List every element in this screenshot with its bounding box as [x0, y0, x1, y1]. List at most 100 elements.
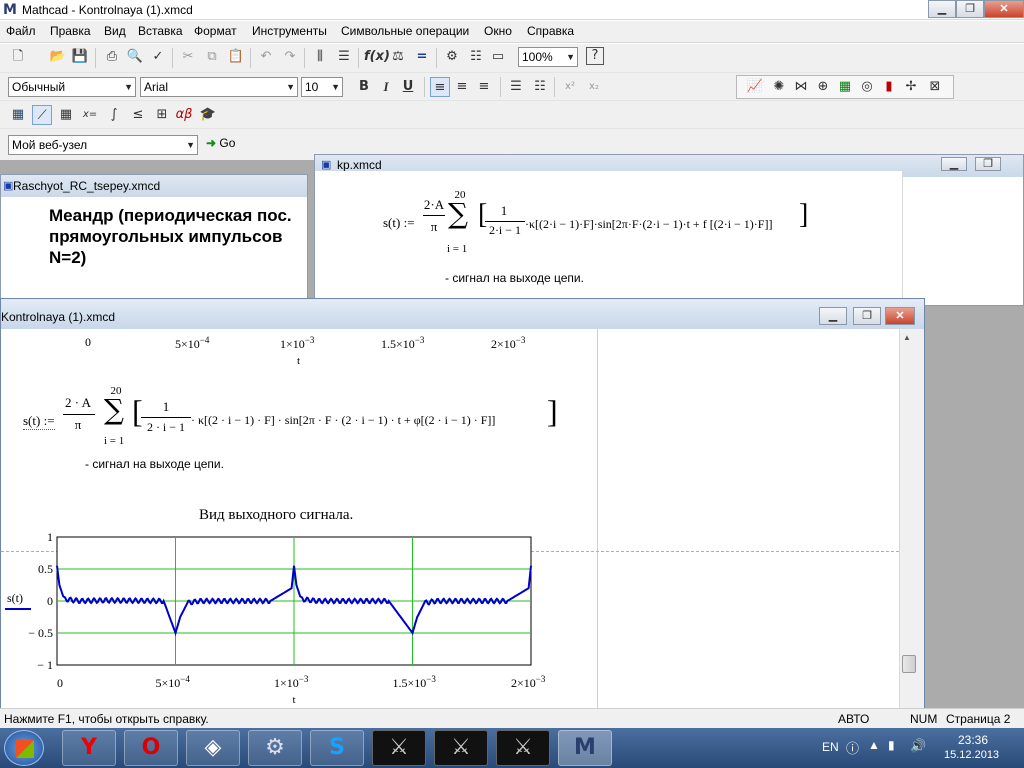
- calculator-icon[interactable]: ▦: [8, 105, 28, 125]
- copy-icon[interactable]: ⧉: [202, 47, 222, 67]
- underline-button[interactable]: U: [398, 77, 418, 97]
- open-icon[interactable]: 📂: [48, 47, 68, 67]
- boolean-icon[interactable]: ≤: [128, 105, 148, 125]
- window-icon[interactable]: ▭: [488, 47, 508, 67]
- style-select[interactable]: Обычный ▼: [8, 77, 136, 97]
- formula-lhs[interactable]: s(t) :=: [23, 413, 55, 430]
- calculus-icon[interactable]: ∫: [104, 105, 124, 125]
- matrix-icon[interactable]: ▦: [56, 105, 76, 125]
- kp-document-window[interactable]: ▣ kp.xmcd ▁ ❐ s(t) := 2·A π 20 ∑ i = 1 […: [314, 154, 1024, 306]
- calculate-icon[interactable]: =: [412, 47, 432, 67]
- font-select[interactable]: Arial ▼: [140, 77, 298, 97]
- superscript-icon[interactable]: x²: [560, 77, 580, 97]
- greek-icon[interactable]: αβ: [174, 105, 194, 125]
- kp-maximize-button[interactable]: ❐: [975, 157, 1001, 171]
- contour-plot-icon[interactable]: ⊕: [813, 77, 833, 97]
- menu-edit[interactable]: Правка: [50, 24, 91, 38]
- align-left-icon[interactable]: ≡: [430, 77, 450, 97]
- raschyot-title-bar[interactable]: ▣ Raschyot_RC_tsepey.xmcd: [1, 175, 307, 197]
- kontrolnaya-maximize-button[interactable]: ❐: [853, 307, 881, 325]
- align-vertical-icon[interactable]: ☰: [334, 47, 354, 67]
- help-tray-icon[interactable]: ⓘ: [846, 738, 859, 757]
- subscript-icon[interactable]: x₂: [584, 77, 604, 97]
- paste-icon[interactable]: 📋: [226, 47, 246, 67]
- cut-icon[interactable]: ✂: [178, 47, 198, 67]
- spellcheck-icon[interactable]: ✓: [148, 47, 168, 67]
- insert-function-icon[interactable]: f(x): [364, 47, 390, 67]
- italic-button[interactable]: I: [376, 77, 396, 97]
- kontrolnaya-title-bar[interactable]: Kontrolnaya (1).xmcd ▁ ❐ ✕: [1, 299, 924, 329]
- programming-icon[interactable]: ⊞: [152, 105, 172, 125]
- mathcad-task[interactable]: M: [558, 730, 612, 766]
- 3d-bar-icon[interactable]: ◎: [857, 77, 877, 97]
- save-icon[interactable]: 💾: [70, 47, 90, 67]
- raschyot-document-window[interactable]: ▣ Raschyot_RC_tsepey.xmcd Меандр (период…: [0, 174, 308, 308]
- insert-component-icon[interactable]: ⚙: [442, 47, 462, 67]
- network-icon[interactable]: ▮: [888, 738, 895, 752]
- app-task-3[interactable]: ⚔: [496, 730, 550, 766]
- minimize-button[interactable]: ▁: [928, 0, 956, 18]
- opera-task[interactable]: O: [124, 730, 178, 766]
- menu-help[interactable]: Справка: [527, 24, 574, 38]
- kontrolnaya-close-button[interactable]: ✕: [885, 307, 915, 325]
- kontrolnaya-minimize-button[interactable]: ▁: [819, 307, 847, 325]
- xy-plot-icon[interactable]: 📈: [745, 77, 765, 97]
- volume-icon[interactable]: 🔊: [910, 738, 926, 754]
- maximize-button[interactable]: ❐: [956, 0, 984, 18]
- vertical-scrollbar[interactable]: ▲: [899, 329, 924, 709]
- language-indicator[interactable]: EN: [822, 740, 839, 754]
- evaluation-icon[interactable]: x=: [80, 105, 100, 125]
- new-icon[interactable]: 🗋: [8, 47, 28, 67]
- app-task-2[interactable]: ⚔: [434, 730, 488, 766]
- menu-symbolic[interactable]: Символьные операции: [341, 24, 469, 38]
- yandex-task[interactable]: Y: [62, 730, 116, 766]
- symbolic-icon[interactable]: 🎓: [198, 105, 218, 125]
- align-center-icon[interactable]: ≡: [452, 77, 472, 97]
- print-icon[interactable]: ⎙: [102, 47, 122, 67]
- clock-time[interactable]: 23:36: [958, 733, 988, 747]
- insert-unit-icon[interactable]: ⚖: [388, 47, 408, 67]
- font-size-select[interactable]: 10 ▼: [301, 77, 343, 97]
- align-right-icon[interactable]: ≡: [474, 77, 494, 97]
- bar-plot-icon[interactable]: ▮: [879, 77, 899, 97]
- zoom-select[interactable]: 100% ▼: [518, 47, 578, 67]
- polar-plot-icon[interactable]: ✺: [769, 77, 789, 97]
- print-preview-icon[interactable]: 🔍: [125, 47, 145, 67]
- url-select[interactable]: Мой веб-узел ▼: [8, 135, 198, 155]
- clock-date[interactable]: 15.12.2013: [944, 749, 999, 761]
- vector-field-icon[interactable]: ✢: [901, 77, 921, 97]
- skype-task[interactable]: S: [310, 730, 364, 766]
- menu-view[interactable]: Вид: [104, 24, 126, 38]
- start-button[interactable]: [4, 730, 44, 766]
- 3d-scatter-icon[interactable]: ▦: [835, 77, 855, 97]
- surface-plot-icon[interactable]: ⋈: [791, 77, 811, 97]
- menu-format[interactable]: Формат: [194, 24, 237, 38]
- plot-wizard-icon[interactable]: ⊠: [925, 77, 945, 97]
- kp-minimize-button[interactable]: ▁: [941, 157, 967, 171]
- redo-icon[interactable]: ↷: [280, 47, 300, 67]
- undo-icon[interactable]: ↶: [256, 47, 276, 67]
- vpn-task[interactable]: ◈: [186, 730, 240, 766]
- menu-insert[interactable]: Вставка: [138, 24, 183, 38]
- numbered-list-icon[interactable]: ☷: [530, 77, 550, 97]
- menu-window[interactable]: Окно: [484, 24, 512, 38]
- resources-icon[interactable]: ☷: [466, 47, 486, 67]
- menu-file[interactable]: Файл: [6, 24, 36, 38]
- align-horizontal-icon[interactable]: ⫼: [310, 47, 330, 67]
- graph-palette-icon[interactable]: ⟋: [32, 105, 52, 125]
- top-axis-label: t: [297, 355, 301, 367]
- menu-tools[interactable]: Инструменты: [252, 24, 327, 38]
- mdi-workspace: ▣ Raschyot_RC_tsepey.xmcd Меандр (период…: [0, 154, 1024, 709]
- bullet-list-icon[interactable]: ☰: [506, 77, 526, 97]
- app-task-1[interactable]: ⚔: [372, 730, 426, 766]
- bold-button[interactable]: B: [354, 77, 374, 97]
- kp-content: s(t) := 2·A π 20 ∑ i = 1 [ 1 2·i − 1 ·κ[…: [315, 171, 903, 305]
- close-button[interactable]: ✕: [984, 0, 1024, 18]
- help-icon[interactable]: ?: [586, 47, 604, 65]
- tray-expand-icon[interactable]: ▲: [868, 738, 880, 752]
- kontrolnaya-document-window[interactable]: Kontrolnaya (1).xmcd ▁ ❐ ✕ 0 5×10−4 1×10…: [0, 298, 925, 709]
- go-button[interactable]: ➜ Go: [206, 136, 235, 150]
- output-signal-chart[interactable]: 1 0.5 0 − 0.5 − 1 0 5×10−4 1×10−3 1.5×10−3 2×10−3…: [1, 525, 581, 709]
- steam-task[interactable]: ⚙: [248, 730, 302, 766]
- scrollbar-thumb[interactable]: [902, 655, 916, 673]
